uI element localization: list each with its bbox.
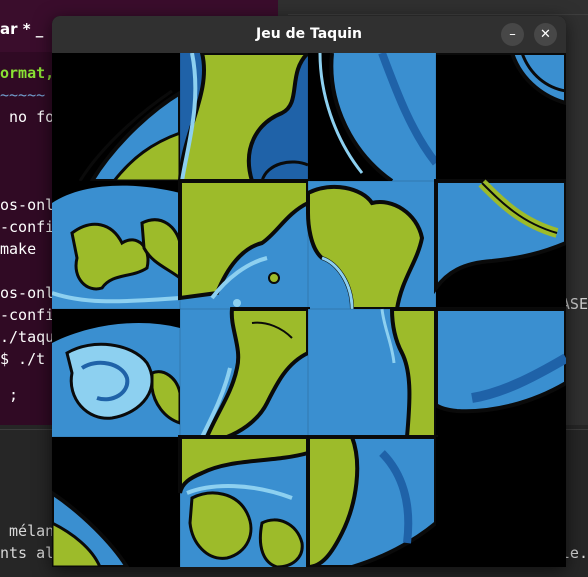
terminal-line: no fo [0, 108, 55, 126]
terminal-line: ./taqu [0, 328, 55, 346]
terminal-header-title: ar * _ [0, 20, 44, 38]
puzzle-tile[interactable] [180, 307, 310, 439]
puzzle-empty-slot[interactable] [436, 437, 566, 567]
puzzle-tile[interactable] [52, 309, 182, 437]
puzzle-tile[interactable] [308, 53, 440, 183]
puzzle-tile[interactable] [52, 437, 180, 567]
terminal-line: $ ./t [0, 350, 46, 368]
close-icon: ✕ [540, 27, 551, 42]
puzzle-tile[interactable] [434, 179, 566, 309]
terminal-line: ormat, [0, 64, 55, 82]
divider [288, 14, 588, 15]
puzzle-tile[interactable] [178, 179, 310, 309]
puzzle-tile[interactable] [434, 307, 566, 437]
terminal-line: ; [0, 386, 19, 404]
terminal-line: -confi [0, 218, 55, 236]
close-button[interactable]: ✕ [534, 23, 557, 46]
minimize-icon: – [509, 27, 516, 42]
terminal-line: os-onl [0, 196, 55, 214]
window-titlebar[interactable]: Jeu de Taquin – ✕ [52, 16, 566, 53]
terminal-line: ~~~~~ [0, 86, 46, 104]
terminal-line: mélan [0, 522, 55, 540]
puzzle-tile[interactable] [52, 181, 182, 309]
puzzle-tile[interactable] [306, 435, 438, 567]
terminal-line: -confi [0, 306, 55, 324]
minimize-button[interactable]: – [501, 23, 524, 46]
taquin-window: Jeu de Taquin – ✕ [52, 16, 566, 567]
terminal-line: nts al [0, 544, 55, 562]
terminal-line: make [0, 240, 37, 258]
puzzle-tile[interactable] [52, 53, 182, 183]
puzzle-tile[interactable] [177, 53, 311, 183]
terminal-line: os-onl [0, 284, 55, 302]
puzzle-tile[interactable] [306, 181, 436, 311]
puzzle-board [52, 53, 566, 567]
puzzle-svg [52, 53, 566, 567]
puzzle-tile[interactable] [308, 307, 438, 439]
window-title: Jeu de Taquin [256, 26, 362, 42]
puzzle-tile[interactable] [178, 435, 310, 567]
puzzle-tile[interactable] [436, 53, 566, 181]
